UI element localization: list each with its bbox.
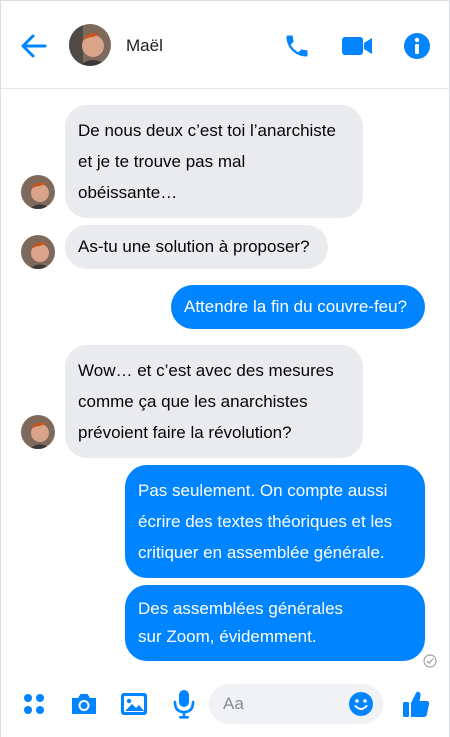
chat-header: Maël [1, 1, 449, 89]
sent-check-icon [423, 654, 437, 668]
info-icon[interactable] [400, 29, 434, 63]
message-composer [1, 673, 449, 737]
message-line: Attendre la fin du couvre-feu? [184, 297, 408, 316]
chat-window: Maël De nous deux c’est toi l’anarchiste… [0, 0, 450, 737]
message-input[interactable] [223, 684, 343, 724]
camera-icon[interactable] [67, 687, 101, 721]
message-line: écrire des textes théoriques et les [138, 512, 393, 531]
sender-avatar[interactable] [21, 235, 55, 269]
message-bubble-incoming[interactable]: As-tu une solution à proposer? [65, 225, 328, 269]
sender-avatar[interactable] [21, 175, 55, 209]
message-bubble-incoming[interactable]: Wow… et c’est avec des mesures comme ça … [65, 345, 363, 458]
message-bubble-incoming[interactable]: De nous deux c’est toi l’anarchiste et j… [65, 105, 363, 218]
message-line: obéissante… [78, 183, 178, 202]
message-line: sur Zoom, évidemment. [138, 627, 317, 646]
apps-icon[interactable] [17, 687, 51, 721]
video-camera-icon[interactable] [340, 29, 374, 63]
message-box [209, 684, 383, 724]
contact-name[interactable]: Maël [126, 36, 163, 56]
emoji-icon[interactable] [345, 688, 377, 720]
back-arrow-icon[interactable] [17, 29, 51, 63]
message-line: Des assemblées générales [138, 599, 344, 618]
sender-avatar[interactable] [21, 415, 55, 449]
message-bubble-outgoing[interactable]: Attendre la fin du couvre-feu? [171, 285, 425, 329]
contact-avatar[interactable] [69, 24, 111, 66]
thumbs-up-icon[interactable] [399, 687, 433, 721]
message-line: Pas seulement. On compte aussi [138, 481, 388, 500]
gallery-icon[interactable] [117, 687, 151, 721]
message-line: As-tu une solution à proposer? [78, 237, 310, 256]
message-line: prévoient faire la révolution? [78, 423, 292, 442]
message-line: critiquer en assemblée générale. [138, 543, 385, 562]
message-bubble-outgoing[interactable]: Pas seulement. On compte aussi écrire de… [125, 465, 425, 578]
message-line: et je te trouve pas mal [78, 152, 246, 171]
message-line: Wow… et c’est avec des mesures [78, 361, 334, 380]
phone-icon[interactable] [280, 29, 314, 63]
message-bubble-outgoing[interactable]: Des assemblées générales sur Zoom, évide… [125, 585, 425, 661]
microphone-icon[interactable] [167, 687, 201, 721]
message-line: comme ça que les anarchistes [78, 392, 308, 411]
message-line: De nous deux c’est toi l’anarchiste [78, 121, 336, 140]
